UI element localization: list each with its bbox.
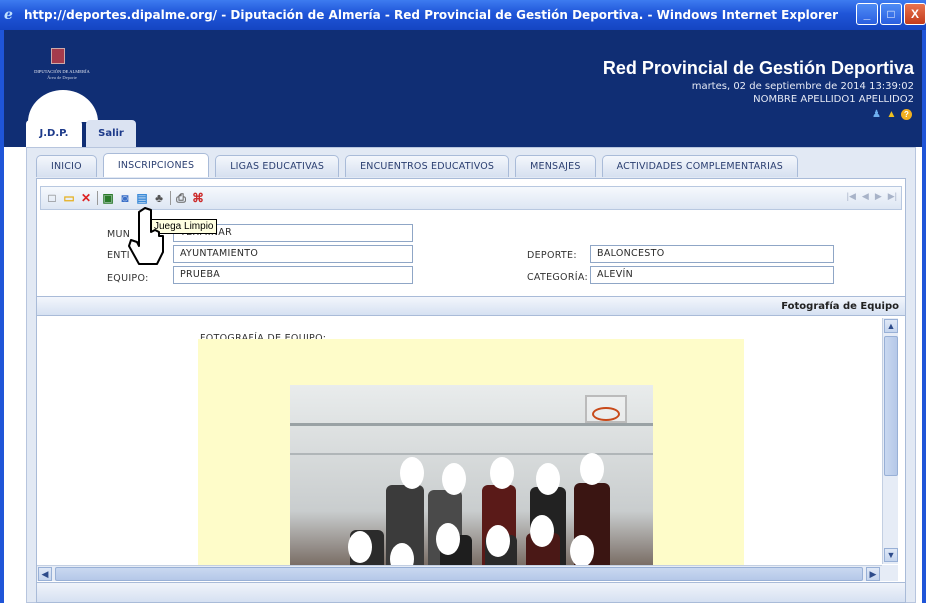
section-header: Fotografía de Equipo <box>37 296 905 316</box>
toolbar-separator <box>170 191 171 205</box>
tab-inscripciones[interactable]: INSCRIPCIONES <box>102 153 210 177</box>
tab-actividades-complementarias[interactable]: ACTIVIDADES COMPLEMENTARIAS <box>601 155 799 177</box>
blurred-face <box>536 463 560 495</box>
toolbar-separator <box>97 191 98 205</box>
tab-ligas-educativas[interactable]: LIGAS EDUCATIVAS <box>215 155 340 177</box>
close-button[interactable]: X <box>904 3 926 25</box>
window-title-bar: e http://deportes.dipalme.org/ - Diputac… <box>0 0 926 30</box>
print-icon[interactable]: ⎙ <box>174 191 188 205</box>
equipo-label: EQUIPO: <box>107 273 149 284</box>
record-navigation: |◀ ◀ ▶ ▶| <box>847 191 897 202</box>
entidad-field[interactable]: AYUNTAMIENTO <box>173 245 413 263</box>
tab-inicio[interactable]: INICIO <box>36 155 97 177</box>
blurred-face <box>490 457 514 489</box>
scrollbar-corner <box>882 565 898 581</box>
tab-mensajes[interactable]: MENSAJES <box>515 155 596 177</box>
blurred-face <box>348 531 372 563</box>
logo-arc-shape <box>28 90 98 122</box>
scroll-down-icon[interactable]: ▼ <box>884 548 898 562</box>
main-tabs: J.D.P. Salir <box>26 120 136 147</box>
deporte-field[interactable]: BALONCESTO <box>590 245 834 263</box>
basketball-rim-icon <box>592 407 620 421</box>
last-record-icon[interactable]: ▶| <box>888 191 897 202</box>
blurred-face <box>400 457 424 489</box>
maximize-button[interactable]: □ <box>880 3 902 25</box>
scroll-right-icon[interactable]: ▶ <box>866 567 880 581</box>
tab-jdp[interactable]: J.D.P. <box>26 120 82 147</box>
scroll-left-icon[interactable]: ◀ <box>38 567 52 581</box>
blurred-face <box>436 523 460 555</box>
blurred-face <box>580 453 604 485</box>
deporte-label: DEPORTE: <box>527 250 577 261</box>
record-toolbar: □ ▭ ✕ ▣ ◙ ▤ ♣ ⎙ ⌘ |◀ ◀ ▶ ▶| <box>40 186 902 210</box>
window-title: http://deportes.dipalme.org/ - Diputació… <box>24 8 839 22</box>
warning-icon[interactable]: ▲ <box>886 109 897 120</box>
help-icon[interactable]: ? <box>901 109 912 120</box>
tab-encuentros-educativos[interactable]: ENCUENTROS EDUCATIVOS <box>345 155 510 177</box>
minimize-button[interactable]: _ <box>856 3 878 25</box>
categoria-label: CATEGORÍA: <box>527 272 588 283</box>
previous-record-icon[interactable]: ◀ <box>862 191 869 202</box>
wall-line <box>290 423 653 426</box>
horizontal-scrollbar[interactable]: ◀ ▶ <box>37 565 882 581</box>
user-icon[interactable]: ♟ <box>871 109 882 120</box>
user-name: NOMBRE APELLIDO1 APELLIDO2 <box>753 94 914 105</box>
vertical-scrollbar[interactable]: ▲ ▼ <box>882 318 898 564</box>
categoria-field[interactable]: ALEVÍN <box>590 266 834 284</box>
save-icon[interactable]: ▣ <box>101 191 115 205</box>
internet-explorer-icon: e <box>4 7 13 23</box>
diputacion-logo[interactable]: DIPUTACIÓN DE ALMERÍA Área de Deporte <box>18 48 106 122</box>
delete-icon[interactable]: ✕ <box>79 191 93 205</box>
coat-of-arms-icon <box>51 48 65 64</box>
open-folder-icon[interactable]: ▭ <box>62 191 76 205</box>
pdf-icon[interactable]: ⌘ <box>191 191 205 205</box>
scroll-up-icon[interactable]: ▲ <box>884 319 898 333</box>
blurred-face <box>530 515 554 547</box>
blurred-face <box>442 463 466 495</box>
section-tabs: INICIO INSCRIPCIONES LIGAS EDUCATIVAS EN… <box>36 153 799 177</box>
photo-icon[interactable]: ◙ <box>118 191 132 205</box>
site-title: Red Provincial de Gestión Deportiva <box>602 58 914 78</box>
hand-cursor-icon <box>128 207 164 265</box>
current-date: martes, 02 de septiembre de 2014 13:39:0… <box>691 81 914 92</box>
users-icon[interactable]: ♣ <box>152 191 166 205</box>
footer-bar <box>37 582 905 602</box>
blurred-face <box>486 525 510 557</box>
logo-text-sub: Área de Deporte <box>47 75 77 80</box>
next-record-icon[interactable]: ▶ <box>875 191 882 202</box>
section-title: Fotografía de Equipo <box>781 301 899 312</box>
horizontal-scroll-thumb[interactable] <box>55 567 863 581</box>
blurred-face <box>570 535 594 565</box>
site-header: DIPUTACIÓN DE ALMERÍA Área de Deporte Re… <box>4 30 922 147</box>
logo-text-main: DIPUTACIÓN DE ALMERÍA <box>34 69 90 74</box>
equipo-field[interactable]: PRUEBA <box>173 266 413 284</box>
tab-salir[interactable]: Salir <box>86 120 136 147</box>
team-photo <box>290 385 653 565</box>
new-document-icon[interactable]: □ <box>45 191 59 205</box>
juega-limpio-icon[interactable]: ▤ <box>135 191 149 205</box>
first-record-icon[interactable]: |◀ <box>847 191 856 202</box>
vertical-scroll-thumb[interactable] <box>884 336 898 476</box>
